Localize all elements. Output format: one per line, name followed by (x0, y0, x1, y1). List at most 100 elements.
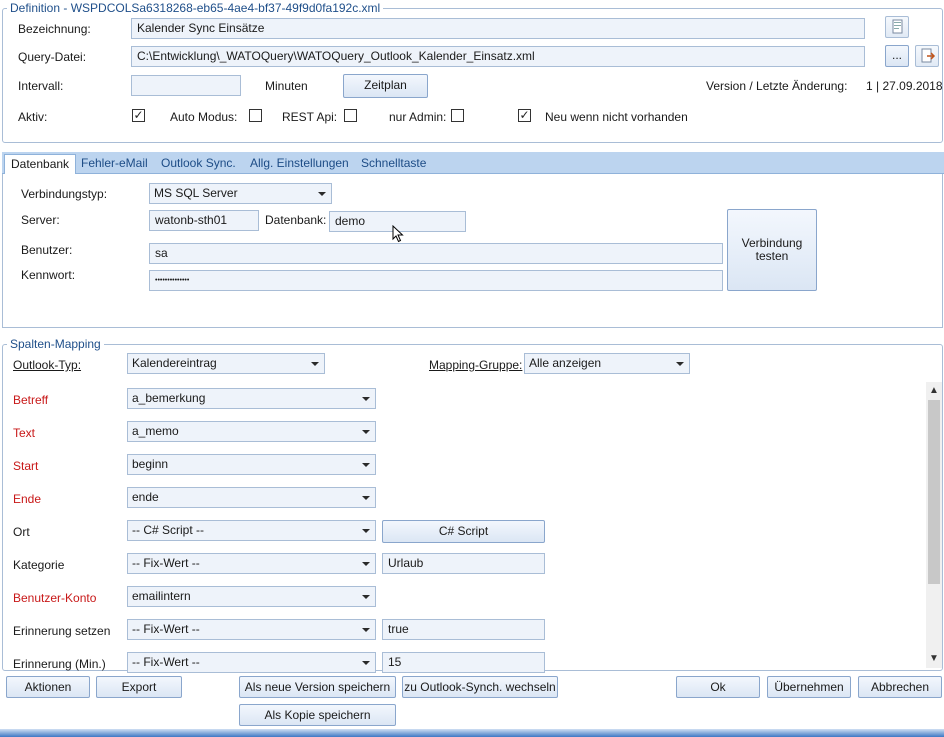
nuradmin-checkbox[interactable] (451, 109, 464, 122)
mapping-row-select-erinnerung-min[interactable]: -- Fix-Wert -- (127, 652, 376, 673)
mapping-gruppe-value: Alle anzeigen (529, 356, 602, 370)
chevron-down-icon (362, 661, 370, 665)
bezeichnung-label: Bezeichnung: (18, 22, 91, 36)
tab-schnelltaste[interactable]: Schnelltaste (355, 154, 432, 174)
mapping-row-label-ort: Ort (13, 525, 30, 539)
tab-datenbank[interactable]: Datenbank (4, 154, 77, 175)
query-field[interactable]: C:\Entwicklung\_WATOQuery\WATOQuery_Outl… (131, 46, 865, 67)
window-bottom-edge (0, 729, 944, 737)
outlook-typ-label: Outlook-Typ: (13, 358, 82, 372)
mapping-row-select-erinnerung-setzen[interactable]: -- Fix-Wert -- (127, 619, 376, 640)
scroll-thumb[interactable] (928, 400, 940, 584)
tab-outlook-sync[interactable]: Outlook Sync. (155, 154, 242, 174)
file-arrow-icon (921, 48, 936, 63)
neu-checkbox[interactable]: ✓ (518, 109, 531, 122)
uebernehmen-button[interactable]: Übernehmen (767, 676, 851, 698)
mapping-row-select-ende[interactable]: ende (127, 487, 376, 508)
mapping-row-select-text[interactable]: a_memo (127, 421, 376, 442)
verbindungstyp-label: Verbindungstyp: (21, 187, 108, 201)
neu-label: Neu wenn nicht vorhanden (545, 110, 688, 124)
notes-button[interactable] (885, 16, 909, 38)
mapping-row-fixwert-erinnerung-min[interactable]: 15 (382, 652, 545, 673)
datenbank-label: Datenbank: (265, 213, 327, 227)
tab-fehler-email[interactable]: Fehler-eMail (75, 154, 154, 174)
intervall-field[interactable] (131, 75, 241, 96)
definition-title: Definition - WSPDCOLSa6318268-eb65-4ae4-… (7, 0, 384, 16)
kennwort-label: Kennwort: (21, 268, 76, 282)
mapping-row-label-betreff: Betreff (13, 393, 49, 407)
document-icon (892, 19, 903, 34)
restapi-checkbox[interactable] (344, 109, 357, 122)
mapping-row-value: emailintern (132, 589, 191, 603)
mapping-row-label-ende: Ende (13, 492, 42, 506)
automodus-label: Auto Modus: (170, 110, 238, 124)
version-value: 1 | 27.09.2018 (866, 79, 943, 93)
chevron-down-icon (362, 628, 370, 632)
mapping-row-value: -- Fix-Wert -- (132, 556, 200, 570)
automodus-checkbox[interactable] (249, 109, 262, 122)
mapping-row-value: -- Fix-Wert -- (132, 655, 200, 669)
benutzer-label: Benutzer: (21, 243, 73, 257)
aktiv-label: Aktiv: (18, 110, 48, 124)
chevron-down-icon (362, 595, 370, 599)
verbindung-testen-line2: testen (755, 249, 789, 263)
mapping-row-label-erinnerung-min: Erinnerung (Min.) (13, 657, 106, 671)
chevron-down-icon (311, 362, 319, 366)
mapping-row-label-start: Start (13, 459, 39, 473)
chevron-down-icon (318, 192, 326, 196)
mapping-row-select-start[interactable]: beginn (127, 454, 376, 475)
neue-version-button[interactable]: Als neue Version speichern (239, 676, 396, 698)
nuradmin-label: nur Admin: (389, 110, 447, 124)
scroll-down-icon[interactable]: ▼ (929, 653, 939, 665)
mapping-row-value: a_memo (132, 424, 179, 438)
mapping-row-label-text: Text (13, 426, 36, 440)
chevron-down-icon (362, 562, 370, 566)
minuten-label: Minuten (265, 79, 308, 93)
mapping-row-select-benutzer-konto[interactable]: emailintern (127, 586, 376, 607)
version-label: Version / Letzte Änderung: (706, 79, 848, 93)
restapi-label: REST Api: (282, 110, 338, 124)
aktionen-button[interactable]: Aktionen (6, 676, 90, 698)
query-label: Query-Datei: (18, 50, 87, 64)
benutzer-field[interactable]: sa (149, 243, 723, 264)
chevron-down-icon (362, 430, 370, 434)
csharp-script-button[interactable]: C# Script (382, 520, 545, 543)
verbindung-testen-button[interactable]: Verbindung testen (727, 209, 817, 291)
server-label: Server: (21, 213, 60, 227)
mapping-scrollbar[interactable]: ▲ ▼ (926, 382, 942, 668)
mapping-row-value: -- C# Script -- (132, 523, 204, 537)
chevron-down-icon (362, 397, 370, 401)
export-button[interactable]: Export (96, 676, 182, 698)
chevron-down-icon (362, 496, 370, 500)
server-field[interactable]: watonb-sth01 (149, 210, 259, 231)
mapping-row-value: ende (132, 490, 159, 504)
kennwort-field[interactable]: •••••••••••••• (149, 270, 723, 291)
mapping-gruppe-select[interactable]: Alle anzeigen (524, 353, 690, 374)
open-file-button[interactable] (915, 45, 939, 67)
kopie-button[interactable]: Als Kopie speichern (239, 704, 396, 726)
mapping-row-fixwert-erinnerung-setzen[interactable]: true (382, 619, 545, 640)
browse-button[interactable]: ... (885, 45, 909, 67)
mapping-row-select-ort[interactable]: -- C# Script -- (127, 520, 376, 541)
mapping-row-value: beginn (132, 457, 169, 471)
mapping-row-select-betreff[interactable]: a_bemerkung (127, 388, 376, 409)
ok-button[interactable]: Ok (676, 676, 760, 698)
verbindungstyp-select[interactable]: MS SQL Server (149, 183, 332, 204)
chevron-down-icon (362, 529, 370, 533)
verbindungstyp-value: MS SQL Server (154, 186, 238, 200)
abbrechen-button[interactable]: Abbrechen (858, 676, 942, 698)
mapping-row-value: -- Fix-Wert -- (132, 622, 200, 636)
scroll-up-icon[interactable]: ▲ (929, 385, 939, 397)
zeitplan-button[interactable]: Zeitplan (343, 74, 428, 98)
mapping-gruppe-label: Mapping-Gruppe: (429, 358, 523, 372)
aktiv-checkbox[interactable]: ✓ (132, 109, 145, 122)
chevron-down-icon (362, 463, 370, 467)
outlook-wechseln-button[interactable]: zu Outlook-Synch. wechseln (402, 676, 558, 698)
mapping-title: Spalten-Mapping (7, 336, 104, 352)
mapping-row-select-kategorie[interactable]: -- Fix-Wert -- (127, 553, 376, 574)
mapping-row-fixwert-kategorie[interactable]: Urlaub (382, 553, 545, 574)
tab-allg-einstellungen[interactable]: Allg. Einstellungen (244, 154, 355, 174)
outlook-typ-select[interactable]: Kalendereintrag (127, 353, 325, 374)
bezeichnung-field[interactable]: Kalender Sync Einsätze (131, 18, 865, 39)
outlook-typ-value: Kalendereintrag (132, 356, 217, 370)
